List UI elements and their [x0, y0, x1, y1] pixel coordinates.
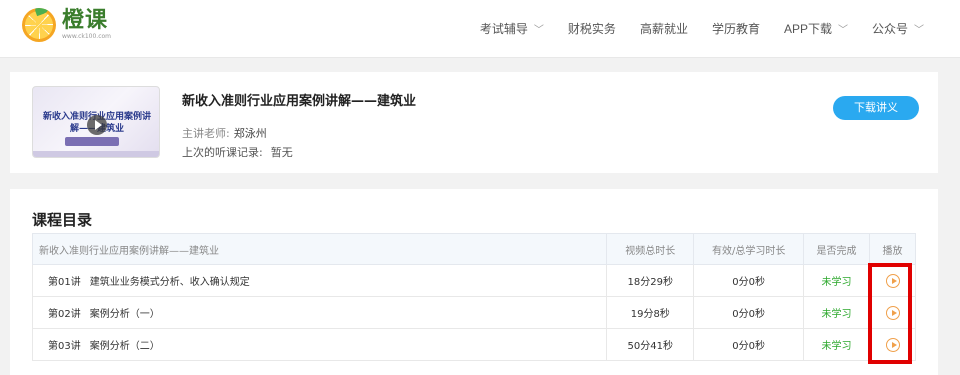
lesson-status: 未学习 — [803, 328, 871, 361]
course-title: 新收入准则行业应用案例讲解——建筑业 — [182, 94, 417, 109]
course-thumbnail[interactable]: 新收入准则行业应用案例讲解——建筑业 — [32, 86, 160, 158]
table-header-row: 新收入准则行业应用案例讲解——建筑业 视频总时长 有效/总学习时长 是否完成 播… — [31, 233, 916, 265]
last-record: 上次的听课记录: 暂无 — [182, 144, 293, 160]
header-effective-time: 有效/总学习时长 — [693, 233, 805, 265]
lesson-effective-time: 0分0秒 — [693, 328, 805, 361]
header-course-name: 新收入准则行业应用案例讲解——建筑业 — [31, 233, 608, 265]
brand-name: 橙课 — [62, 8, 109, 33]
play-icon[interactable] — [885, 273, 900, 288]
main-nav: 考试辅导 ﹀ 财税实务 高薪就业 学历教育 APP下载 ﹀ 公众号 ﹀ — [456, 20, 924, 37]
last-record-value: 暂无 — [270, 146, 293, 159]
nav-item-app-download[interactable]: APP下载 ﹀ — [784, 20, 848, 37]
brand-logo[interactable]: 橙课 www.ck100.com — [22, 8, 111, 42]
download-handout-button[interactable]: 下载讲义 — [833, 96, 919, 120]
chevron-down-icon: ﹀ — [837, 25, 848, 36]
nav-item-education[interactable]: 学历教育 — [712, 20, 760, 37]
lesson-status: 未学习 — [803, 296, 871, 329]
header-play: 播放 — [869, 233, 916, 265]
lesson-effective-time: 0分0秒 — [693, 264, 805, 297]
header-completed: 是否完成 — [803, 233, 871, 265]
nav-item-tax[interactable]: 财税实务 — [568, 20, 616, 37]
course-catalog: 课程目录 新收入准则行业应用案例讲解——建筑业 视频总时长 有效/总学习时长 是… — [10, 189, 938, 375]
nav-item-exam[interactable]: 考试辅导 ﹀ — [480, 20, 544, 37]
header-duration: 视频总时长 — [606, 233, 695, 265]
nav-item-wechat[interactable]: 公众号 ﹀ — [872, 20, 924, 37]
brand-url: www.ck100.com — [62, 33, 112, 40]
play-icon[interactable] — [885, 337, 900, 352]
lesson-number: 第03讲 — [48, 341, 81, 352]
chevron-down-icon: ﹀ — [533, 25, 544, 36]
lesson-duration: 18分29秒 — [606, 264, 695, 297]
lesson-effective-time: 0分0秒 — [693, 296, 805, 329]
lesson-status: 未学习 — [803, 264, 871, 297]
last-record-label: 上次的听课记录: — [182, 146, 263, 159]
lesson-number: 第01讲 — [48, 277, 81, 288]
lesson-name: 案例分析（一） — [89, 309, 160, 320]
thumbnail-teacher-tag — [65, 137, 119, 146]
teacher-info: 主讲老师: 郑泳州 — [182, 125, 267, 141]
lesson-duration: 19分8秒 — [606, 296, 695, 329]
catalog-title: 课程目录 — [32, 211, 93, 229]
course-card: 新收入准则行业应用案例讲解——建筑业 新收入准则行业应用案例讲解——建筑业 主讲… — [10, 72, 938, 173]
play-overlay-icon[interactable] — [87, 115, 107, 135]
lesson-table: 新收入准则行业应用案例讲解——建筑业 视频总时长 有效/总学习时长 是否完成 播… — [31, 233, 916, 361]
orange-logo-icon — [22, 8, 56, 42]
thumbnail-bar — [33, 151, 159, 157]
lesson-name: 建筑业业务模式分析、收入确认规定 — [89, 277, 250, 288]
table-row[interactable]: 第02讲 案例分析（一） 19分8秒 0分0秒 未学习 — [31, 296, 916, 329]
lesson-number: 第02讲 — [48, 309, 81, 320]
chevron-down-icon: ﹀ — [914, 25, 924, 36]
top-header: 橙课 www.ck100.com 考试辅导 ﹀ 财税实务 高薪就业 学历教育 AP… — [0, 0, 960, 58]
lesson-duration: 50分41秒 — [606, 328, 695, 361]
lesson-name: 案例分析（二） — [89, 341, 160, 352]
play-icon[interactable] — [885, 305, 900, 320]
table-row[interactable]: 第01讲 建筑业业务模式分析、收入确认规定 18分29秒 0分0秒 未学习 — [31, 264, 916, 297]
teacher-label: 主讲老师: — [182, 127, 230, 140]
table-row[interactable]: 第03讲 案例分析（二） 50分41秒 0分0秒 未学习 — [31, 328, 916, 361]
nav-item-jobs[interactable]: 高薪就业 — [640, 20, 688, 37]
teacher-name: 郑泳州 — [233, 127, 267, 140]
